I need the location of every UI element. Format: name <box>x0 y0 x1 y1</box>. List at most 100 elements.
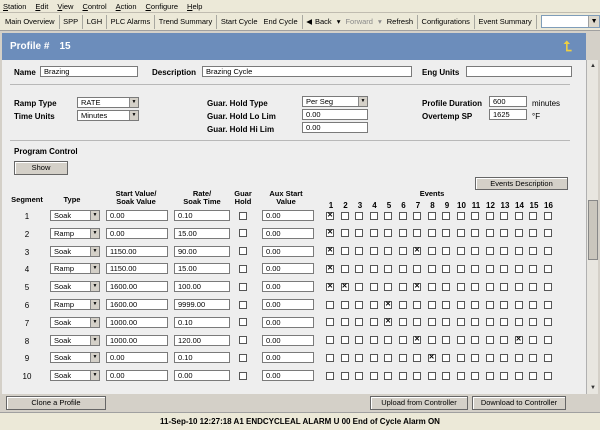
event-checkbox[interactable] <box>369 247 378 256</box>
event-checkbox[interactable] <box>514 264 523 273</box>
aux-start-input[interactable]: 0.00 <box>262 281 314 293</box>
event-checkbox[interactable] <box>398 336 407 345</box>
guar-hold-checkbox[interactable] <box>239 318 247 327</box>
event-checkbox[interactable] <box>340 229 349 238</box>
rate-input[interactable]: 0.10 <box>174 210 230 221</box>
event-checkbox[interactable] <box>326 318 334 327</box>
event-checkbox[interactable] <box>326 353 334 362</box>
forward-button[interactable]: Forward <box>342 15 376 29</box>
event-checkbox[interactable] <box>340 371 349 380</box>
event-checkbox[interactable] <box>485 371 494 380</box>
menu-action[interactable]: Action <box>116 2 137 11</box>
event-checkbox[interactable]: ✕ <box>326 229 334 238</box>
menu-edit[interactable]: Edit <box>35 2 48 11</box>
event-checkbox[interactable] <box>398 318 407 327</box>
event-checkbox[interactable] <box>442 211 450 220</box>
event-checkbox[interactable] <box>384 247 392 256</box>
plc-alarms-button[interactable]: PLC Alarms <box>108 15 154 29</box>
event-checkbox[interactable] <box>471 353 479 362</box>
event-checkbox[interactable] <box>500 211 508 220</box>
rate-input[interactable]: 15.00 <box>174 227 230 239</box>
rate-input[interactable]: 0.10 <box>174 352 230 364</box>
show-button[interactable]: Show <box>14 161 68 175</box>
event-checkbox[interactable] <box>529 211 537 220</box>
aux-start-input[interactable]: 0.00 <box>262 299 314 310</box>
event-checkbox[interactable] <box>340 300 349 309</box>
event-checkbox[interactable] <box>456 353 465 362</box>
event-checkbox[interactable] <box>500 282 508 291</box>
trend-summary-button[interactable]: Trend Summary <box>156 15 216 29</box>
event-checkbox[interactable] <box>529 229 537 238</box>
event-checkbox[interactable] <box>456 282 465 291</box>
event-checkbox[interactable] <box>456 336 465 345</box>
event-checkbox[interactable] <box>514 247 523 256</box>
guar-hold-checkbox[interactable] <box>239 229 247 238</box>
event-checkbox[interactable] <box>442 229 450 238</box>
chevron-down-icon[interactable]: ▼ <box>90 246 99 256</box>
guar-hold-checkbox[interactable] <box>239 371 247 380</box>
guar-hold-checkbox[interactable] <box>239 264 247 273</box>
start-value-input[interactable]: 1600.00 <box>106 281 168 293</box>
rate-input[interactable]: 15.00 <box>174 263 230 275</box>
chevron-down-icon[interactable]: ▼ <box>90 300 99 309</box>
event-checkbox[interactable] <box>355 371 363 380</box>
chevron-down-icon[interactable]: ▼ <box>129 98 138 107</box>
event-checkbox[interactable] <box>456 211 465 220</box>
menu-help[interactable]: Help <box>187 2 202 11</box>
refresh-button[interactable]: Refresh <box>384 15 416 29</box>
event-checkbox[interactable] <box>514 353 523 362</box>
event-checkbox[interactable] <box>442 264 450 273</box>
end-cycle-button[interactable]: End Cycle <box>261 15 301 29</box>
up-arrow-icon[interactable]: ⮤ <box>564 38 572 55</box>
event-checkbox[interactable] <box>384 353 392 362</box>
event-checkbox[interactable] <box>355 247 363 256</box>
event-checkbox[interactable] <box>369 282 378 291</box>
event-checkbox[interactable] <box>369 353 378 362</box>
event-checkbox[interactable]: ✕ <box>384 318 392 327</box>
event-checkbox[interactable] <box>500 229 508 238</box>
event-checkbox[interactable] <box>326 336 334 345</box>
event-checkbox[interactable] <box>398 353 407 362</box>
rate-input[interactable]: 0.00 <box>174 370 230 382</box>
event-checkbox[interactable] <box>485 282 494 291</box>
start-value-input[interactable]: 0.00 <box>106 370 168 382</box>
aux-start-input[interactable]: 0.00 <box>262 210 314 221</box>
chevron-down-icon[interactable]: ▼ <box>90 264 99 274</box>
event-checkbox[interactable] <box>355 353 363 362</box>
event-checkbox[interactable] <box>543 282 552 291</box>
event-checkbox[interactable] <box>369 264 378 273</box>
configurations-button[interactable]: Configurations <box>419 15 473 29</box>
event-checkbox[interactable] <box>500 300 508 309</box>
event-checkbox[interactable] <box>471 264 479 273</box>
event-checkbox[interactable] <box>398 247 407 256</box>
event-checkbox[interactable] <box>485 300 494 309</box>
event-checkbox[interactable] <box>485 247 494 256</box>
event-checkbox[interactable] <box>529 247 537 256</box>
event-checkbox[interactable]: ✕ <box>413 336 421 345</box>
event-checkbox[interactable] <box>413 211 421 220</box>
segment-type-select[interactable]: Soak ▼ <box>50 245 100 257</box>
spp-button[interactable]: SPP <box>60 15 81 29</box>
aux-start-input[interactable]: 0.00 <box>262 334 314 346</box>
guar-hold-checkbox[interactable] <box>239 300 247 309</box>
event-checkbox[interactable] <box>340 264 349 273</box>
segment-type-select[interactable]: Soak ▼ <box>50 316 100 328</box>
event-checkbox[interactable] <box>340 211 349 220</box>
ramp-type-select[interactable]: RATE ▼ <box>77 97 139 108</box>
event-checkbox[interactable] <box>500 318 508 327</box>
aux-start-input[interactable]: 0.00 <box>262 316 314 328</box>
event-checkbox[interactable] <box>500 371 508 380</box>
event-checkbox[interactable] <box>471 371 479 380</box>
event-checkbox[interactable] <box>355 264 363 273</box>
event-checkbox[interactable] <box>427 300 436 309</box>
event-checkbox[interactable] <box>398 211 407 220</box>
event-checkbox[interactable] <box>543 336 552 345</box>
segment-type-select[interactable]: Ramp ▼ <box>50 299 100 310</box>
event-checkbox[interactable] <box>456 264 465 273</box>
event-checkbox[interactable] <box>442 300 450 309</box>
event-checkbox[interactable] <box>427 336 436 345</box>
profile-duration-input[interactable]: 600 <box>489 96 527 107</box>
event-checkbox[interactable] <box>384 282 392 291</box>
chevron-down-icon[interactable]: ▼ <box>90 211 99 220</box>
event-checkbox[interactable] <box>369 300 378 309</box>
